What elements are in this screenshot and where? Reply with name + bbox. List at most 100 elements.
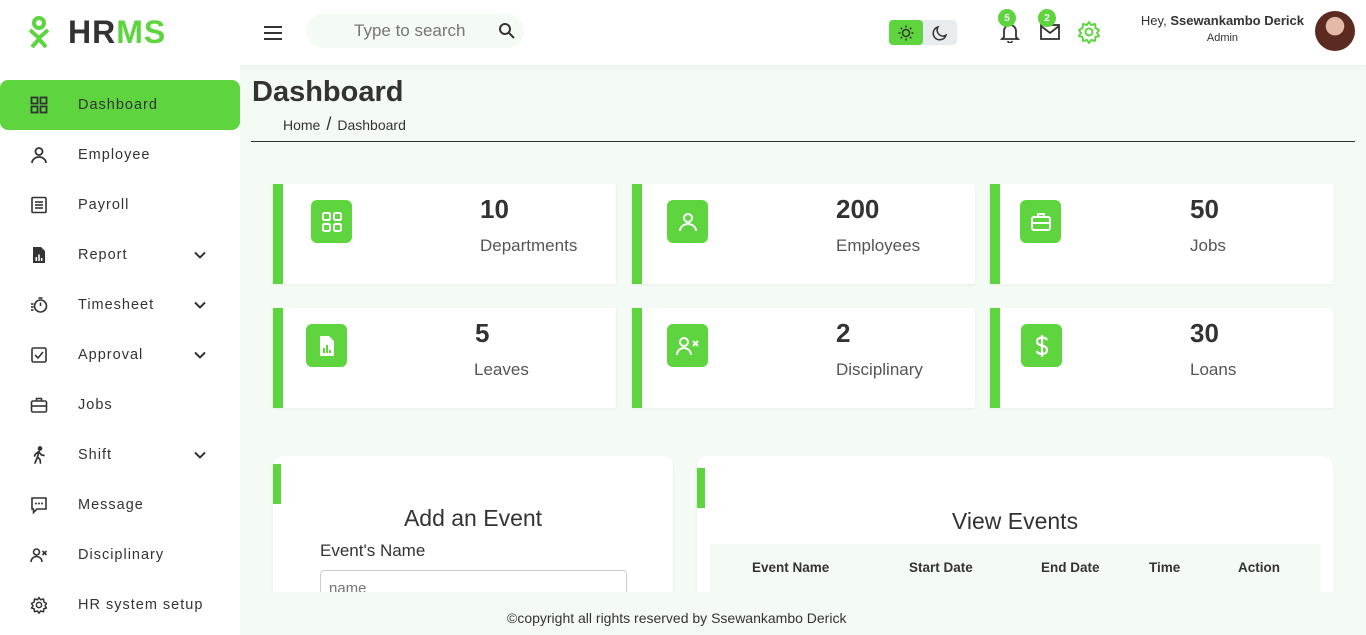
stat-card-departments[interactable]: 10 Departments (273, 184, 616, 284)
chevron-down-icon[interactable] (193, 348, 207, 362)
user-greeting: Hey, Ssewankambo Derick (1141, 13, 1304, 28)
sidebar-item-disciplinary[interactable]: Disciplinary (0, 530, 240, 580)
panel-accent-bar (273, 464, 281, 504)
sidebar-item-label: Timesheet (78, 297, 155, 313)
sidebar-item-label: Approval (78, 347, 144, 363)
top-header: HRMS 5 (0, 0, 1366, 65)
card-accent-bar (990, 308, 1000, 408)
add-event-title: Add an Event (403, 505, 543, 531)
report-icon (30, 246, 48, 264)
sidebar-item-employee[interactable]: Employee (0, 130, 240, 180)
stat-card-disciplinary[interactable]: 2 Disciplinary (632, 308, 975, 408)
sidebar-item-label: Jobs (78, 397, 113, 413)
dark-mode-button[interactable] (923, 20, 957, 45)
chevron-down-icon[interactable] (193, 248, 207, 262)
stat-card-loans[interactable]: 30 Loans (990, 308, 1333, 408)
timer-icon (30, 296, 48, 314)
messages-button[interactable]: 2 (1038, 9, 1062, 44)
divider (251, 141, 1355, 142)
grid-icon (311, 200, 352, 243)
user-icon (667, 200, 708, 243)
stat-label: Loans (1190, 360, 1237, 379)
stat-label: Employees (836, 236, 921, 255)
card-accent-bar (632, 308, 642, 408)
sidebar-item-hr-system-setup[interactable]: HR system setup (0, 580, 240, 630)
breadcrumb-current: Dashboard (337, 116, 406, 133)
stat-value: 5 (475, 318, 490, 348)
user-info[interactable]: Hey, Ssewankambo Derick Admin (1141, 13, 1304, 44)
dollar-icon (1021, 324, 1062, 367)
card-accent-bar (273, 184, 283, 284)
column-header-time[interactable]: Time (1149, 560, 1180, 575)
event-name-label: Event's Name (320, 541, 426, 560)
sidebar-item-payroll[interactable]: Payroll (0, 180, 240, 230)
settings-button[interactable] (1077, 20, 1101, 44)
stat-value: 2 (836, 318, 851, 348)
logo-text: HRMS (68, 14, 166, 51)
card-accent-bar (273, 308, 283, 408)
sidebar-item-label: Dashboard (78, 97, 158, 113)
message-count-badge: 2 (1038, 9, 1056, 27)
greeting-text: Hey, (1140, 13, 1171, 28)
list-icon (30, 196, 48, 214)
logo-text-hr: HR (68, 14, 117, 50)
light-mode-button[interactable] (889, 20, 923, 45)
sidebar-item-label: Report (78, 247, 128, 263)
hamburger-menu-icon[interactable] (262, 22, 288, 44)
chevron-down-icon[interactable] (193, 448, 207, 462)
events-table-header: Event Name Start Date End Date Time Acti… (710, 544, 1320, 592)
sidebar-item-shift[interactable]: Shift (0, 430, 240, 480)
sidebar-item-message[interactable]: Message (0, 480, 240, 530)
column-header-event-name[interactable]: Event Name (752, 560, 829, 575)
sidebar-item-approval[interactable]: Approval (0, 330, 240, 380)
column-header-start-date[interactable]: Start Date (909, 560, 973, 575)
column-header-end-date[interactable]: End Date (1041, 560, 1100, 575)
stat-card-leaves[interactable]: 5 Leaves (273, 308, 616, 408)
user-icon (30, 146, 48, 164)
stat-label: Jobs (1190, 236, 1226, 255)
user-name: Ssewankambo Derick (1170, 13, 1304, 28)
stat-value: 200 (836, 194, 880, 224)
sidebar-item-label: HR system setup (78, 597, 204, 613)
card-accent-bar (632, 184, 642, 284)
avatar[interactable] (1315, 11, 1355, 51)
sidebar-item-jobs[interactable]: Jobs (0, 380, 240, 430)
stat-label: Departments (480, 236, 578, 255)
footer-copyright: ©copyright all rights reserved by Ssewan… (507, 610, 847, 626)
sidebar: Dashboard Employee Payroll Report Timesheet A… (0, 65, 240, 635)
sidebar-item-label: Payroll (78, 197, 130, 213)
notifications-button[interactable]: 5 (998, 9, 1022, 44)
walking-icon (30, 446, 48, 464)
view-events-title: View Events (951, 508, 1079, 534)
checkbox-icon (30, 346, 48, 364)
sidebar-item-report[interactable]: Report (0, 230, 240, 280)
document-chart-icon (306, 324, 347, 367)
breadcrumb-separator: / (326, 114, 332, 134)
briefcase-icon (30, 396, 48, 414)
search-box (306, 14, 524, 48)
search-icon[interactable] (498, 22, 516, 40)
dashboard-icon (30, 96, 48, 114)
stat-card-employees[interactable]: 200 Employees (632, 184, 975, 284)
stat-card-jobs[interactable]: 50 Jobs (990, 184, 1333, 284)
chevron-down-icon[interactable] (193, 298, 207, 312)
search-input[interactable] (354, 21, 504, 41)
stat-value: 10 (480, 194, 509, 224)
user-x-icon (30, 546, 48, 564)
sidebar-item-label: Employee (78, 147, 151, 163)
column-header-action[interactable]: Action (1238, 560, 1280, 575)
stat-label: Disciplinary (836, 360, 923, 379)
gear-icon (1078, 21, 1100, 44)
logo-text-ms: MS (116, 14, 167, 50)
sidebar-item-label: Message (78, 497, 144, 513)
breadcrumb-home[interactable]: Home (283, 117, 320, 133)
user-x-icon (667, 324, 708, 367)
moon-icon (932, 25, 948, 41)
stat-value: 30 (1190, 318, 1219, 348)
sidebar-item-timesheet[interactable]: Timesheet (0, 280, 240, 330)
theme-toggle[interactable] (889, 20, 957, 45)
app-logo[interactable]: HRMS (26, 14, 166, 51)
sidebar-item-dashboard[interactable]: Dashboard (0, 80, 240, 130)
gear-icon (30, 596, 48, 614)
stat-value: 50 (1190, 194, 1219, 224)
